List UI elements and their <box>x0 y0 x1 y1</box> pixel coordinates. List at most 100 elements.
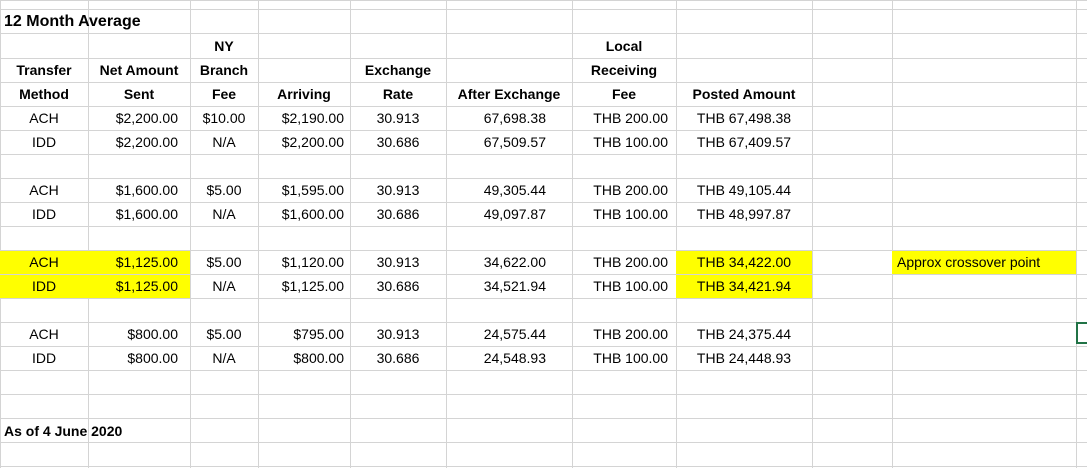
cell-exchange-rate[interactable]: 30.913 <box>350 250 446 274</box>
cell-transfer-method[interactable]: ACH <box>0 106 88 130</box>
cell-local-receiving-fee[interactable]: THB 200.00 <box>572 250 676 274</box>
cell-ny-branch-fee[interactable]: $5.00 <box>190 322 258 346</box>
cell-net-amount-sent[interactable]: $2,200.00 <box>88 130 190 154</box>
cell-exchange-rate[interactable]: 30.686 <box>350 202 446 226</box>
cell-arriving[interactable]: $795.00 <box>258 322 350 346</box>
as-of-date[interactable]: As of 4 June 2020 <box>4 419 122 443</box>
cell-transfer-method[interactable]: ACH <box>0 250 88 274</box>
gridline-horizontal <box>0 298 1087 299</box>
cell-exchange-rate[interactable]: 30.686 <box>350 346 446 370</box>
cell-transfer-method[interactable]: ACH <box>0 322 88 346</box>
cell-after-exchange[interactable]: 24,548.93 <box>446 346 572 370</box>
cell-ny-branch-fee[interactable]: N/A <box>190 130 258 154</box>
cell-net-amount-sent[interactable]: $1,125.00 <box>88 274 190 298</box>
header-ny-branch-fee[interactable]: Fee <box>190 82 258 106</box>
cell-net-amount-sent[interactable]: $1,125.00 <box>88 250 190 274</box>
cell-arriving[interactable]: $2,190.00 <box>258 106 350 130</box>
cell-local-receiving-fee[interactable]: THB 100.00 <box>572 130 676 154</box>
cell-net-amount-sent[interactable]: $800.00 <box>88 346 190 370</box>
cell-posted-amount[interactable]: THB 67,498.38 <box>676 106 812 130</box>
gridline-vertical <box>446 0 447 468</box>
cell-posted-amount[interactable]: THB 24,448.93 <box>676 346 812 370</box>
cell-transfer-method[interactable]: IDD <box>0 346 88 370</box>
gridline-horizontal <box>0 394 1087 395</box>
header-local-receiving-fee[interactable]: Local <box>572 34 676 58</box>
cell-ny-branch-fee[interactable]: N/A <box>190 202 258 226</box>
selected-cell[interactable] <box>1076 322 1087 344</box>
gridline-vertical <box>892 0 893 468</box>
cell-ny-branch-fee[interactable]: N/A <box>190 346 258 370</box>
gridline-horizontal <box>0 418 1087 419</box>
gridline-horizontal <box>0 33 1087 34</box>
header-local-receiving-fee[interactable]: Fee <box>572 82 676 106</box>
header-ny-branch-fee[interactable]: NY <box>190 34 258 58</box>
cell-after-exchange[interactable]: 24,575.44 <box>446 322 572 346</box>
cell-after-exchange[interactable]: 67,698.38 <box>446 106 572 130</box>
cell-exchange-rate[interactable]: 30.686 <box>350 130 446 154</box>
cell-exchange-rate[interactable]: 30.913 <box>350 106 446 130</box>
cell-posted-amount[interactable]: THB 48,997.87 <box>676 202 812 226</box>
header-net-amount-sent[interactable]: Net Amount <box>88 58 190 82</box>
header-local-receiving-fee[interactable]: Receiving <box>572 58 676 82</box>
cell-net-amount-sent[interactable]: $2,200.00 <box>88 106 190 130</box>
cell-arriving[interactable]: $1,600.00 <box>258 202 350 226</box>
gridline-vertical <box>676 0 677 468</box>
cell-transfer-method[interactable]: IDD <box>0 274 88 298</box>
header-transfer-method[interactable]: Transfer <box>0 58 88 82</box>
gridline-vertical <box>1076 0 1077 468</box>
cell-arriving[interactable]: $1,595.00 <box>258 178 350 202</box>
sheet-title[interactable]: 12 Month Average <box>4 10 141 34</box>
cell-after-exchange[interactable]: 34,622.00 <box>446 250 572 274</box>
header-posted-amount[interactable]: Posted Amount <box>676 82 812 106</box>
cell-arriving[interactable]: $2,200.00 <box>258 130 350 154</box>
cell-local-receiving-fee[interactable]: THB 100.00 <box>572 202 676 226</box>
cell-after-exchange[interactable]: 49,305.44 <box>446 178 572 202</box>
gridline-horizontal <box>0 154 1087 155</box>
cell-net-amount-sent[interactable]: $800.00 <box>88 322 190 346</box>
gridline-horizontal <box>0 466 1087 467</box>
cell-exchange-rate[interactable]: 30.686 <box>350 274 446 298</box>
cell-after-exchange[interactable]: 34,521.94 <box>446 274 572 298</box>
cell-transfer-method[interactable]: IDD <box>0 202 88 226</box>
gridline-horizontal <box>0 9 1087 10</box>
cell-after-exchange[interactable]: 67,509.57 <box>446 130 572 154</box>
cell-local-receiving-fee[interactable]: THB 200.00 <box>572 106 676 130</box>
cell-arriving[interactable]: $800.00 <box>258 346 350 370</box>
cell-posted-amount[interactable]: THB 67,409.57 <box>676 130 812 154</box>
header-exchange-rate[interactable]: Rate <box>350 82 446 106</box>
header-arriving[interactable]: Arriving <box>258 82 350 106</box>
cell-net-amount-sent[interactable]: $1,600.00 <box>88 202 190 226</box>
cell-posted-amount[interactable]: THB 34,422.00 <box>676 250 812 274</box>
cell-arriving[interactable]: $1,120.00 <box>258 250 350 274</box>
gridline-vertical <box>258 0 259 468</box>
header-transfer-method[interactable]: Method <box>0 82 88 106</box>
gridline-horizontal <box>0 0 1087 1</box>
gridline-horizontal <box>0 370 1087 371</box>
cell-posted-amount[interactable]: THB 49,105.44 <box>676 178 812 202</box>
cell-local-receiving-fee[interactable]: THB 200.00 <box>572 178 676 202</box>
cell-exchange-rate[interactable]: 30.913 <box>350 322 446 346</box>
cell-transfer-method[interactable]: IDD <box>0 130 88 154</box>
cell-exchange-rate[interactable]: 30.913 <box>350 178 446 202</box>
cell-ny-branch-fee[interactable]: N/A <box>190 274 258 298</box>
crossover-note[interactable]: Approx crossover point <box>897 250 1040 274</box>
spreadsheet-grid[interactable]: NY Local Transfer Net Amount Branch Exchange R… <box>0 0 1087 468</box>
cell-ny-branch-fee[interactable]: $5.00 <box>190 178 258 202</box>
cell-posted-amount[interactable]: THB 34,421.94 <box>676 274 812 298</box>
cell-arriving[interactable]: $1,125.00 <box>258 274 350 298</box>
cell-transfer-method[interactable]: ACH <box>0 178 88 202</box>
header-after-exchange[interactable]: After Exchange <box>446 82 572 106</box>
cell-ny-branch-fee[interactable]: $5.00 <box>190 250 258 274</box>
gridline-horizontal <box>0 442 1087 443</box>
header-net-amount-sent[interactable]: Sent <box>88 82 190 106</box>
cell-local-receiving-fee[interactable]: THB 100.00 <box>572 274 676 298</box>
header-ny-branch-fee[interactable]: Branch <box>190 58 258 82</box>
cell-after-exchange[interactable]: 49,097.87 <box>446 202 572 226</box>
cell-posted-amount[interactable]: THB 24,375.44 <box>676 322 812 346</box>
cell-local-receiving-fee[interactable]: THB 100.00 <box>572 346 676 370</box>
cell-local-receiving-fee[interactable]: THB 200.00 <box>572 322 676 346</box>
cell-net-amount-sent[interactable]: $1,600.00 <box>88 178 190 202</box>
header-exchange-rate[interactable]: Exchange <box>350 58 446 82</box>
gridline-vertical <box>812 0 813 468</box>
cell-ny-branch-fee[interactable]: $10.00 <box>190 106 258 130</box>
